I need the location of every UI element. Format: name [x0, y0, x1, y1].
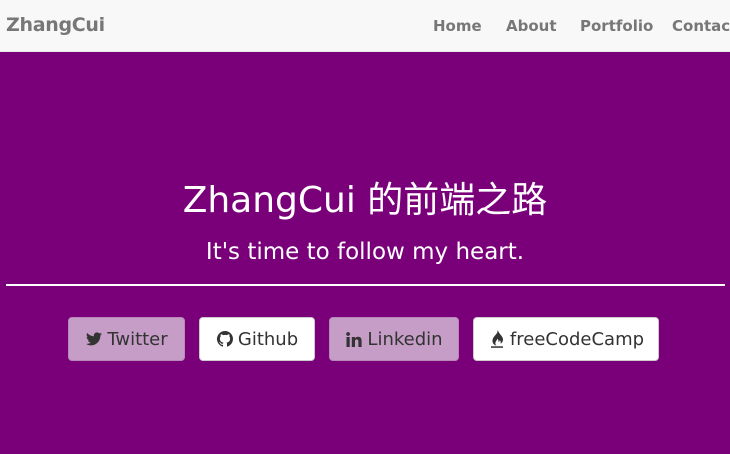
github-button-label: Github	[237, 328, 299, 350]
hero-title: ZhangCui 的前端之路	[182, 180, 548, 221]
twitter-button[interactable]: Twitter	[68, 317, 185, 361]
github-icon	[216, 330, 234, 348]
freecodecamp-button-label: freeCodeCamp	[509, 328, 645, 350]
hero-divider	[6, 284, 725, 286]
linkedin-icon	[345, 330, 363, 348]
navbar: ZhangCui Home About Portfolio Contact	[0, 0, 730, 52]
linkedin-button-label: Linkedin	[367, 328, 443, 350]
twitter-button-label: Twitter	[107, 328, 168, 350]
nav-link-contact[interactable]: Contact	[672, 17, 730, 35]
freecodecamp-button[interactable]: freeCodeCamp	[473, 317, 659, 361]
hero-section: ZhangCui 的前端之路 It's time to follow my he…	[0, 52, 730, 454]
fire-icon	[488, 330, 506, 348]
linkedin-button[interactable]: Linkedin	[329, 317, 459, 361]
nav-link-portfolio[interactable]: Portfolio	[580, 17, 653, 35]
nav-link-home[interactable]: Home	[433, 17, 482, 35]
nav-link-about[interactable]: About	[506, 17, 557, 35]
hero-subtitle: It's time to follow my heart.	[205, 239, 525, 265]
nav-links: Home About Portfolio Contact	[0, 17, 730, 37]
twitter-icon	[85, 330, 103, 348]
github-button[interactable]: Github	[199, 317, 315, 361]
